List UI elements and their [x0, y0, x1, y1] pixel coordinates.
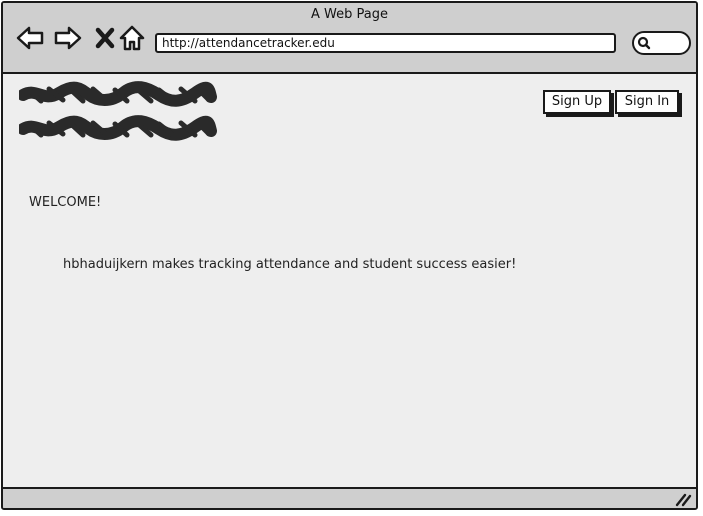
- sign-up-button[interactable]: Sign Up: [543, 90, 611, 114]
- search-field[interactable]: [632, 31, 691, 55]
- search-icon: [637, 36, 651, 50]
- url-input[interactable]: [155, 33, 616, 53]
- home-icon[interactable]: [117, 23, 147, 53]
- window-title: A Web Page: [311, 7, 388, 22]
- welcome-heading: WELCOME!: [29, 195, 102, 210]
- browser-toolbar: A Web Page: [3, 3, 696, 74]
- status-bar: [3, 487, 696, 508]
- back-arrow-icon[interactable]: [15, 23, 45, 53]
- resize-grip-icon[interactable]: [674, 491, 692, 507]
- browser-window: A Web Page Sign Up Sign In WELCOME! hbh: [1, 1, 698, 510]
- tagline-text: hbhaduijkern makes tracking attendance a…: [63, 257, 517, 272]
- forward-arrow-icon[interactable]: [53, 23, 83, 53]
- scribble-logo-placeholder: [19, 81, 217, 141]
- sign-in-button[interactable]: Sign In: [615, 90, 679, 114]
